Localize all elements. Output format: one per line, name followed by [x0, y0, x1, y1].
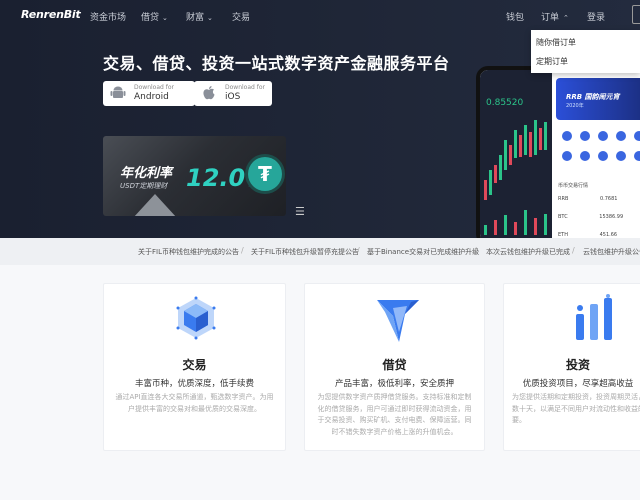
announcement-link[interactable]: 云钱包维护升级公告 [583, 247, 640, 257]
phone-row: BTC 15386.99 [558, 214, 624, 220]
android-icon [110, 85, 126, 101]
card-subtitle: 优质投资项目，尽享超高收益 [522, 379, 634, 389]
chevron-down-icon: ⌄ [162, 14, 168, 22]
feature-card-invest[interactable]: 投资 优质投资项目，尽享超高收益 为您提供活期和定期投资，投资周期灵活，收取到数… [503, 283, 640, 451]
card-subtitle: 丰富币种，优质深度，低手续费 [134, 379, 254, 389]
separator: / [572, 246, 575, 255]
separator: / [474, 246, 477, 255]
nav-login[interactable]: 登录 [587, 10, 605, 23]
separator: / [357, 246, 360, 255]
phone-banner-title: RRB 国韵闹元宵 [566, 93, 620, 101]
nav-orders[interactable]: 订单 ⌃ [541, 10, 569, 23]
feature-card-lending[interactable]: 借贷 产品丰富，极低利率，安全质押 为您提供数字资产质押借贷服务。支持标准和定制… [304, 283, 485, 451]
tether-icon: ₮ [248, 157, 282, 191]
phone-row-header: 币币交易行情 [558, 183, 589, 189]
banner-subtitle: USDT定期理财 [120, 182, 168, 190]
nav-item-lending[interactable]: 借贷 ⌄ [141, 10, 168, 23]
logo[interactable]: RenrenBit [21, 8, 81, 21]
cube-icon [166, 294, 226, 344]
announcement-link[interactable]: 关于FIL币种钱包维护完成的公告 [138, 247, 239, 257]
card-title: 借贷 [382, 358, 407, 372]
chevron-up-icon: ⌃ [563, 14, 569, 22]
candlestick-chart [484, 120, 547, 235]
list-menu-icon[interactable]: ☰ [295, 205, 305, 218]
phone-mockup: 0.85520 RRB 国韵闹元宵 2020年 币币交易行情 RRB 0.768… [476, 66, 640, 238]
banner-decoration [133, 194, 177, 216]
feature-card-trade[interactable]: 交易 丰富币种，优质深度，低手续费 通过API直连各大交易所通道，甄选数字资产。… [103, 283, 286, 451]
nav-item-trade[interactable]: 交易 [232, 10, 250, 23]
dropdown-item-fixed-orders[interactable]: 定期订单 [531, 52, 640, 71]
separator: / [241, 246, 244, 255]
phone-banner: RRB 国韵闹元宵 2020年 [556, 78, 640, 120]
download-android-button[interactable]: Download for Android [103, 81, 195, 106]
hero-headline: 交易、借贷、投资一站式数字资产金融服务平台 [103, 54, 450, 73]
phone-chart-panel: 0.85520 [480, 70, 552, 238]
phone-icon-grid [558, 128, 640, 168]
card-subtitle: 产品丰富，极低利率，安全质押 [334, 379, 454, 389]
nav-item-wealth[interactable]: 财富 ⌄ [186, 10, 213, 23]
phone-row: RRB 0.7681 [558, 196, 618, 202]
download-ios-button[interactable]: Download for iOS [194, 81, 272, 106]
card-title: 投资 [565, 358, 590, 372]
phone-app-panel: RRB 国韵闹元宵 2020年 币币交易行情 RRB 0.7681 BTC 15… [554, 70, 640, 238]
phone-price: 0.85520 [486, 98, 524, 108]
dropdown-item-loan-orders[interactable]: 随你借订单 [531, 33, 640, 52]
android-small-label: Download for [134, 84, 174, 91]
bar-chart-icon [566, 294, 626, 344]
announcement-link[interactable]: 关于FIL币种钱包升级暂停充提公告 [251, 247, 359, 257]
announcement-ticker: 关于FIL币种钱包维护完成的公告 / 关于FIL币种钱包升级暂停充提公告 / 基… [0, 238, 640, 265]
ios-large-label: iOS [225, 92, 241, 102]
card-description: 为您提供活期和定期投资，投资周期灵活，收取到数十天，以满足不同用户对流动性和收益… [512, 393, 640, 424]
card-title: 交易 [182, 358, 207, 372]
apple-icon [201, 85, 217, 101]
nav-wallet[interactable]: 钱包 [506, 10, 524, 23]
ios-small-label: Download for [225, 84, 265, 91]
register-button[interactable] [632, 5, 640, 24]
phone-banner-sub: 2020年 [566, 103, 584, 109]
promo-banner[interactable]: 年化利率 USDT定期理财 12.0% ₮ [103, 136, 286, 216]
chevron-down-icon: ⌄ [207, 14, 213, 22]
arrow-shield-icon [367, 294, 427, 344]
announcement-link[interactable]: 本次云钱包维护升级已完成 [486, 247, 570, 257]
banner-title: 年化利率 [120, 166, 173, 181]
announcement-link[interactable]: 基于Binance交易对已完成维护升级 [367, 247, 479, 257]
card-description: 通过API直连各大交易所通道，甄选数字资产。为用户提供丰富的交易对和最优质的交易… [115, 393, 274, 413]
orders-dropdown: 随你借订单 定期订单 [531, 30, 640, 73]
android-large-label: Android [134, 92, 169, 102]
nav-item-market[interactable]: 资金市场 [90, 10, 126, 23]
card-description: 为您提供数字资产质押借贷服务。支持标准和定制化的借贷服务，用户可通过即时获得流动… [317, 393, 472, 436]
top-nav: RenrenBit 资金市场 借贷 ⌄ 财富 ⌄ 交易 钱包 订单 ⌃ 登录 [0, 0, 640, 30]
